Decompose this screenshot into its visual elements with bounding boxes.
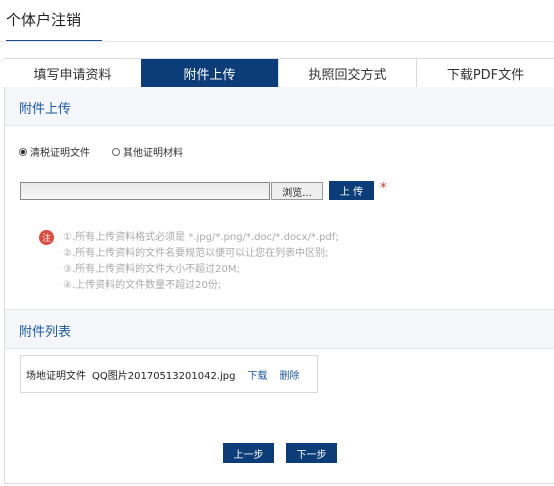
note-icon: 注 [39, 230, 54, 245]
tab-attachment-upload[interactable]: 附件上传 [141, 59, 278, 87]
browse-button[interactable]: 浏览... [271, 182, 323, 200]
tab-license-return[interactable]: 执照回交方式 [278, 59, 416, 87]
upload-section-title: 附件上传 [19, 102, 72, 117]
step-tabs: 填写申请资料 附件上传 执照回交方式 下载PDF文件 [4, 58, 554, 88]
list-section-header: 附件列表 [5, 309, 554, 349]
title-separator [0, 41, 554, 42]
file-path-input[interactable] [20, 182, 270, 200]
upload-button[interactable]: 上 传 [329, 181, 374, 200]
panel-bottom-border [5, 483, 554, 484]
required-mark: * [380, 181, 387, 196]
note-line: ①.所有上传资料格式必须是 *.jpg/*.png/*.doc/*.docx/*… [63, 232, 339, 243]
radio-label: 其他证明材料 [123, 148, 183, 159]
tab-fill-application[interactable]: 填写申请资料 [4, 59, 141, 87]
note-line: ③.所有上传资料的文件大小不超过20M; [63, 264, 240, 275]
prev-step-button[interactable]: 上一步 [223, 443, 274, 463]
attachment-type: 场地证明文件 [26, 370, 86, 382]
note-line: ②.所有上传资料的文件名要规范以便可以让您在列表中区别; [63, 248, 329, 259]
list-section-title: 附件列表 [19, 325, 72, 340]
radio-label: 清税证明文件 [30, 148, 90, 159]
tab-download-pdf[interactable]: 下载PDF文件 [416, 59, 554, 87]
upload-section-header: 附件上传 [5, 87, 554, 126]
upload-notes: ①.所有上传资料格式必须是 *.jpg/*.png/*.doc/*.docx/*… [63, 230, 339, 294]
next-step-button[interactable]: 下一步 [286, 443, 337, 463]
radio-tax-clearance[interactable]: 清税证明文件 [19, 144, 90, 159]
attachment-type-radios: 清税证明文件 其他证明材料 [19, 144, 205, 159]
radio-other-proof[interactable]: 其他证明材料 [112, 144, 183, 159]
attachment-list-item: 场地证明文件 QQ图片20170513201042.jpg 下载 删除 [20, 355, 318, 393]
content-panel: 附件上传 清税证明文件 其他证明材料 浏览... 上 传 * 注 ①.所有上传资… [4, 87, 554, 484]
page-title: 个体户注销 [6, 11, 82, 29]
download-link[interactable]: 下载 [247, 367, 267, 382]
radio-dot-selected[interactable] [19, 147, 27, 156]
delete-link[interactable]: 删除 [279, 367, 299, 382]
radio-dot[interactable] [112, 147, 120, 156]
attachment-filename: QQ图片20170513201042.jpg [92, 370, 236, 382]
note-line: ④.上传资料的文件数量不超过20份; [63, 280, 222, 291]
